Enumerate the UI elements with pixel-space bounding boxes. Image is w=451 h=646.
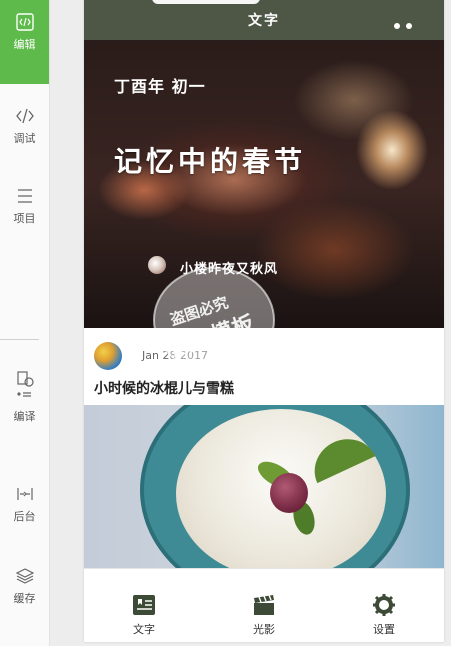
toolbar-item-label: 编译 [13, 410, 36, 423]
toolbar-item-edit[interactable]: 编辑 [0, 0, 49, 84]
clapperboard-icon [254, 594, 274, 615]
toolbar-item-debug[interactable]: 调试 [0, 106, 49, 146]
author-name: 小楼昨夜又秋风 [180, 262, 279, 277]
article-title: 小时候的冰棍儿与雪糕 [94, 381, 234, 397]
navigation-bar: 文字 [84, 0, 444, 48]
tab-label: 光影 [253, 623, 275, 636]
author-avatar [148, 256, 166, 274]
article-date: Jan 28 2017 [142, 349, 208, 362]
toolbar-item-label: 后台 [13, 510, 36, 523]
debug-icon [15, 108, 34, 124]
toolbar-divider [0, 339, 39, 340]
toolbar-item-project[interactable]: 项目 [0, 186, 49, 226]
hero-headline: 记忆中的春节 [114, 145, 307, 178]
code-icon [15, 13, 34, 31]
tab-label: 设置 [373, 623, 395, 636]
raspberry [270, 473, 308, 513]
tab-settings[interactable]: 设置 [324, 569, 444, 642]
more-options-icon[interactable] [394, 14, 428, 48]
compile-icon [16, 371, 34, 397]
toolbar-item-label: 编辑 [13, 38, 36, 51]
hero-date: 丁酉年 初一 [114, 77, 206, 96]
backend-icon [16, 488, 33, 500]
book-icon [133, 595, 155, 615]
article-cover-image[interactable] [84, 405, 444, 570]
tab-media[interactable]: 光影 [204, 569, 324, 642]
tab-text[interactable]: 文字 [84, 569, 204, 642]
toolbar-item-compile[interactable]: 编译 [0, 370, 49, 424]
toolbar-item-label: 项目 [13, 212, 36, 225]
toolbar-item-cache[interactable]: 缓存 [0, 566, 49, 606]
capsule-notch [152, 0, 260, 4]
toolbar-item-label: 调试 [13, 132, 36, 145]
toolbar-item-backend[interactable]: 后台 [0, 484, 49, 524]
devtool-sidebar: 编辑 调试 项目 编译 后台 缓存 [0, 0, 50, 646]
tab-label: 文字 [133, 623, 155, 636]
hero-banner[interactable]: 丁酉年 初一 记忆中的春节 小楼昨夜又秋风 [84, 40, 444, 328]
tab-bar: 文字 光影 设置 [84, 568, 444, 642]
avatar [94, 342, 122, 370]
layers-icon [15, 568, 34, 584]
phone-simulator: 文字 丁酉年 初一 记忆中的春节 小楼昨夜又秋风 Jan 28 2017 小时候… [84, 0, 444, 642]
article-card[interactable]: Jan 28 2017 小时候的冰棍儿与雪糕 [84, 328, 444, 408]
toolbar-item-label: 缓存 [13, 592, 36, 605]
nav-title: 文字 [248, 13, 280, 29]
gear-icon [373, 594, 395, 616]
menu-icon [17, 189, 32, 203]
